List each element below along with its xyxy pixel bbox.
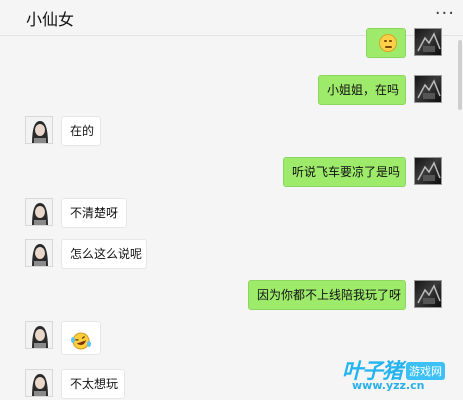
message-text: 不清楚呀 xyxy=(70,206,119,220)
message-bubble-incoming[interactable]: 不太想玩 xyxy=(61,369,125,399)
more-options-icon[interactable]: ··· xyxy=(435,3,455,24)
scrollbar[interactable] xyxy=(458,40,462,110)
message-text: 因为你都不上线陪我玩了呀 xyxy=(257,288,402,302)
message-text: 不太想玩 xyxy=(70,377,119,391)
contact-avatar[interactable] xyxy=(25,116,53,144)
message-bubble-incoming[interactable] xyxy=(61,321,101,355)
my-avatar[interactable] xyxy=(414,157,442,185)
message-text: 听说飞车要凉了是吗 xyxy=(292,165,401,179)
contact-avatar[interactable] xyxy=(25,198,53,226)
message-bubble-outgoing[interactable]: 小姐姐，在吗 xyxy=(318,75,406,105)
awkward-face-emoji-icon xyxy=(379,33,397,52)
my-avatar[interactable] xyxy=(414,28,442,56)
contact-avatar[interactable] xyxy=(25,369,53,397)
my-avatar[interactable] xyxy=(414,75,442,103)
laughing-tears-emoji-icon xyxy=(70,330,92,350)
message-bubble-incoming[interactable]: 在的 xyxy=(61,116,101,146)
message-bubble-outgoing[interactable] xyxy=(366,28,406,58)
contact-avatar[interactable] xyxy=(25,321,53,349)
message-text: 小姐姐，在吗 xyxy=(327,83,400,97)
message-text: 在的 xyxy=(70,124,95,138)
message-bubble-outgoing[interactable]: 听说飞车要凉了是吗 xyxy=(283,157,406,187)
chat-title: 小仙女 xyxy=(26,10,75,29)
watermark-tag: 游戏网 xyxy=(406,362,445,380)
message-bubble-outgoing[interactable]: 因为你都不上线陪我玩了呀 xyxy=(248,280,406,310)
contact-avatar[interactable] xyxy=(25,239,53,267)
message-bubble-incoming[interactable]: 怎么这么说呢 xyxy=(61,239,147,269)
my-avatar[interactable] xyxy=(414,280,442,308)
message-bubble-incoming[interactable]: 不清楚呀 xyxy=(61,198,127,228)
message-text: 怎么这么说呢 xyxy=(70,247,143,261)
site-watermark: 叶子猪 游戏网 www.yzz.cn xyxy=(342,355,452,395)
watermark-url: www.yzz.cn xyxy=(352,379,425,392)
